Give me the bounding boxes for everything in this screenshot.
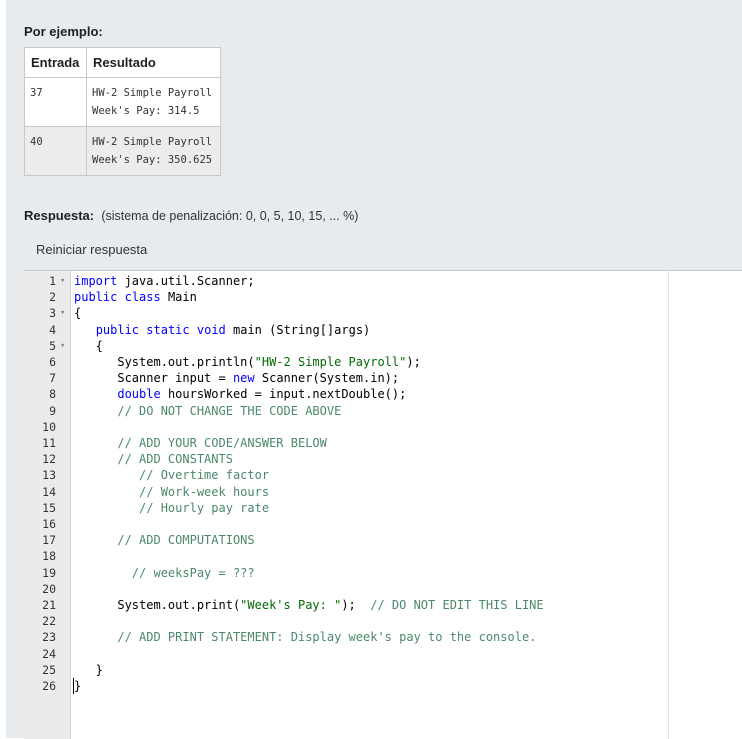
- code-line[interactable]: 3 ▾ {: [24, 305, 664, 321]
- line-number: 2: [49, 290, 56, 305]
- output-line: Week's Pay: 350.625: [92, 154, 213, 166]
- code-text: // Work-week hours: [139, 484, 270, 499]
- code-line[interactable]: 17 // ADD COMPUTATIONS: [24, 532, 664, 548]
- code-text: // ADD PRINT STATEMENT: Display week's p…: [117, 630, 537, 645]
- line-number: 19: [42, 565, 56, 580]
- table-row: 37 HW-2 Simple Payroll Week's Pay: 314.5: [24, 77, 221, 127]
- code-line[interactable]: 7 Scanner input = new Scanner(System.in)…: [24, 370, 664, 386]
- fold-arrow-icon[interactable]: ▾: [60, 273, 65, 289]
- code-line[interactable]: 1 ▾ import java.util.Scanner;: [24, 273, 664, 289]
- line-number: 24: [42, 646, 56, 661]
- line-number: 26: [42, 679, 56, 693]
- code-text: System.out.print("Week's Pay: "); // DO …: [74, 598, 544, 612]
- code-text: import java.util.Scanner;: [74, 274, 255, 288]
- line-number: 25: [42, 662, 56, 677]
- line-number: 9: [49, 403, 56, 418]
- output-line: HW-2 Simple Payroll: [92, 136, 213, 148]
- line-number: 15: [42, 500, 56, 515]
- code-line[interactable]: 9 // DO NOT CHANGE THE CODE ABOVE: [24, 403, 664, 419]
- code-text: // weeksPay = ???: [131, 565, 255, 580]
- code-text: // DO NOT CHANGE THE CODE ABOVE: [117, 403, 342, 418]
- input-cell: 37: [24, 77, 87, 127]
- code-line[interactable]: 15 // Hourly pay rate: [24, 500, 664, 516]
- code-text: {: [74, 338, 103, 353]
- code-line[interactable]: 11 // ADD YOUR CODE/ANSWER BELOW: [24, 435, 664, 451]
- line-number: 4: [49, 322, 56, 337]
- line-number: 11: [42, 436, 56, 450]
- output-cell: HW-2 Simple Payroll Week's Pay: 350.625: [86, 126, 221, 176]
- code-editor[interactable]: 1 ▾ import java.util.Scanner; 2 public class…: [24, 270, 742, 739]
- code-line[interactable]: 23 // ADD PRINT STATEMENT: Display week'…: [24, 629, 664, 645]
- text-cursor: [73, 678, 74, 694]
- line-number: 14: [42, 484, 56, 499]
- code-text: // ADD YOUR CODE/ANSWER BELOW: [117, 436, 327, 450]
- code-text: // ADD CONSTANTS: [117, 452, 233, 467]
- fold-arrow-icon[interactable]: ▾: [60, 305, 65, 321]
- code-line[interactable]: 14 // Work-week hours: [24, 484, 664, 500]
- line-number: 3: [49, 306, 56, 321]
- code-text: public static void main (String[]args): [95, 322, 371, 337]
- code-text: // ADD COMPUTATIONS: [117, 533, 255, 548]
- code-line[interactable]: 12 // ADD CONSTANTS: [24, 451, 664, 467]
- line-number: 1: [49, 274, 56, 288]
- line-number: 12: [42, 452, 56, 467]
- line-number: 13: [42, 468, 56, 483]
- line-number: 23: [42, 630, 56, 645]
- line-number: 21: [42, 598, 56, 612]
- code-text: Scanner input = new Scanner(System.in);: [74, 371, 400, 386]
- code-line[interactable]: 22: [24, 613, 664, 629]
- code-line[interactable]: 21 System.out.print("Week's Pay: "); // …: [24, 597, 664, 613]
- code-text: }: [74, 662, 103, 677]
- code-line[interactable]: 18: [24, 548, 664, 564]
- line-number: 16: [42, 517, 56, 531]
- line-number: 17: [42, 533, 56, 548]
- column-header-output: Resultado: [86, 47, 221, 78]
- line-number: 5: [49, 338, 56, 353]
- column-header-input: Entrada: [24, 47, 87, 78]
- code-text: // Hourly pay rate: [139, 500, 270, 515]
- code-line[interactable]: 4 public static void main (String[]args): [24, 322, 664, 338]
- line-number: 22: [42, 614, 56, 629]
- output-line: Week's Pay: 314.5: [92, 105, 200, 117]
- line-number: 8: [49, 387, 56, 402]
- code-line[interactable]: 25 }: [24, 662, 664, 678]
- line-number: 20: [42, 581, 56, 596]
- code-text: }: [74, 679, 82, 693]
- input-cell: 40: [24, 126, 87, 176]
- code-text: System.out.println("HW-2 Simple Payroll"…: [74, 355, 421, 369]
- penalty-note: (sistema de penalización: 0, 0, 5, 10, 1…: [101, 209, 359, 223]
- code-line[interactable]: 26}: [24, 678, 664, 694]
- code-line[interactable]: 13 // Overtime factor: [24, 467, 664, 483]
- answer-title: Respuesta:: [24, 208, 95, 223]
- line-number: 7: [49, 371, 56, 386]
- output-line: HW-2 Simple Payroll: [92, 87, 213, 99]
- line-number: 18: [42, 549, 56, 564]
- code-line[interactable]: 20: [24, 581, 664, 597]
- output-cell: HW-2 Simple Payroll Week's Pay: 314.5: [86, 77, 221, 127]
- code-line[interactable]: 5 ▾ {: [24, 338, 664, 354]
- code-text: // Overtime factor: [139, 468, 270, 483]
- code-line[interactable]: 8 double hoursWorked = input.nextDouble(…: [24, 386, 664, 402]
- answer-label: Respuesta: (sistema de penalización: 0, …: [24, 208, 358, 223]
- code-line[interactable]: 24: [24, 646, 664, 662]
- code-line[interactable]: 10: [24, 419, 664, 435]
- code-line[interactable]: 19 // weeksPay = ???: [24, 565, 664, 581]
- code-text: {: [74, 306, 82, 321]
- line-number: 6: [49, 355, 56, 369]
- code-line[interactable]: 6 System.out.println("HW-2 Simple Payrol…: [24, 354, 664, 370]
- examples-table: Entrada Resultado 37 HW-2 Simple Payroll…: [24, 47, 221, 176]
- table-row: 40 HW-2 Simple Payroll Week's Pay: 350.6…: [24, 126, 221, 176]
- example-title: Por ejemplo:: [24, 24, 103, 39]
- code-text: double hoursWorked = input.nextDouble();: [117, 387, 407, 402]
- fold-arrow-icon[interactable]: ▾: [60, 338, 65, 354]
- code-text: public class Main: [74, 290, 197, 305]
- code-line[interactable]: 16: [24, 516, 664, 532]
- reset-answer-button[interactable]: Reiniciar respuesta: [24, 236, 160, 264]
- print-margin: [668, 271, 669, 739]
- code-line[interactable]: 2 public class Main: [24, 289, 664, 305]
- line-number: 10: [42, 419, 56, 434]
